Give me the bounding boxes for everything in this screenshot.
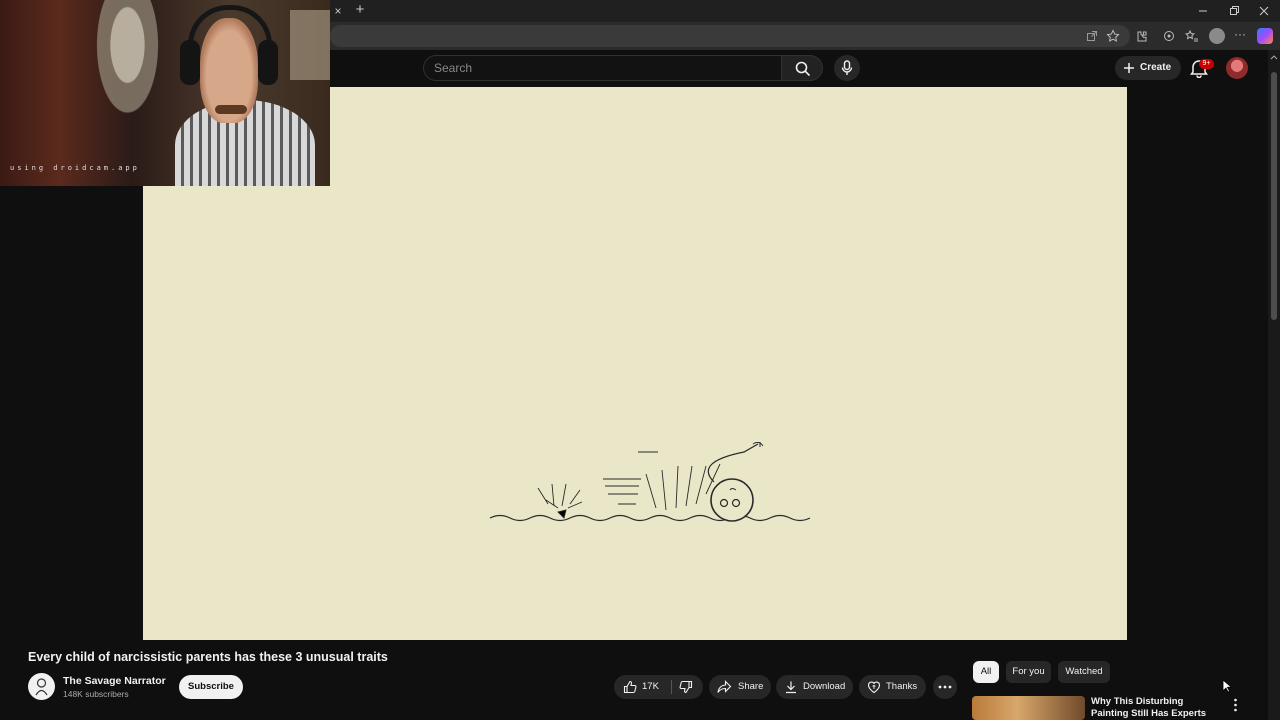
minimize-icon[interactable]	[1197, 5, 1209, 17]
video-frame-illustration	[489, 442, 811, 522]
thanks-label: Thanks	[886, 681, 918, 692]
notification-badge: 9+	[1199, 59, 1214, 69]
close-tab-icon[interactable]: ×	[330, 4, 346, 18]
page-scrollbar[interactable]	[1268, 50, 1280, 720]
wall-poster	[290, 10, 330, 80]
thumbs-up-icon	[623, 680, 637, 694]
webcam-watermark: using droidcam.app	[10, 164, 140, 172]
new-tab-button[interactable]: +	[352, 2, 368, 17]
search-icon	[795, 61, 811, 77]
favorites-icon[interactable]	[1185, 29, 1199, 43]
search-input[interactable]	[434, 56, 764, 80]
chip-for-you[interactable]: For you	[1006, 661, 1051, 683]
restore-icon[interactable]	[1228, 5, 1240, 17]
more-options-icon[interactable]: ···	[1232, 27, 1248, 41]
voice-search-button[interactable]	[834, 55, 860, 81]
create-label: Create	[1140, 62, 1172, 73]
search-box[interactable]	[423, 55, 781, 81]
chip-watched[interactable]: Watched	[1058, 661, 1110, 683]
download-button[interactable]: Download	[776, 675, 853, 699]
close-window-icon[interactable]	[1258, 5, 1270, 17]
account-avatar[interactable]	[1226, 57, 1248, 79]
recommended-video-title[interactable]: Why This Disturbing Painting Still Has E…	[1091, 696, 1221, 720]
chip-all[interactable]: All	[973, 661, 999, 683]
download-icon	[786, 681, 796, 694]
browser-extension-icon[interactable]	[1162, 29, 1176, 43]
skeleton-poster	[80, 0, 175, 150]
dislike-button[interactable]	[672, 675, 703, 699]
webcam-overlay: using droidcam.app	[0, 0, 330, 186]
channel-subscriber-count: 148K subscribers	[63, 689, 129, 699]
channel-avatar[interactable]	[28, 673, 55, 700]
more-actions-button[interactable]	[933, 675, 957, 699]
like-button[interactable]: 17K	[614, 675, 671, 699]
copilot-icon[interactable]	[1257, 28, 1273, 44]
channel-name[interactable]: The Savage Narrator	[63, 675, 166, 687]
thanks-button[interactable]: Thanks	[859, 675, 926, 699]
favorite-star-icon[interactable]	[1106, 29, 1120, 43]
scrollbar-thumb[interactable]	[1271, 72, 1277, 320]
headphones-right-cup	[258, 40, 278, 85]
plus-icon	[1124, 63, 1134, 73]
like-count: 17K	[642, 681, 659, 692]
more-horizontal-icon	[938, 685, 952, 689]
headphones-left-cup	[180, 40, 200, 85]
recommended-video-thumbnail[interactable]	[972, 696, 1085, 720]
address-bar[interactable]	[330, 25, 1130, 47]
open-in-app-icon[interactable]	[1086, 30, 1098, 42]
search-button[interactable]	[781, 55, 823, 81]
mouse-cursor-icon	[1222, 679, 1232, 693]
share-icon	[717, 680, 732, 693]
thanks-heart-icon	[867, 681, 881, 694]
scroll-up-icon[interactable]	[1270, 54, 1278, 60]
share-button[interactable]: Share	[709, 675, 771, 699]
share-label: Share	[738, 681, 764, 692]
download-label: Download	[803, 681, 846, 692]
video-title: Every child of narcissistic parents has …	[28, 650, 388, 664]
thumbs-down-icon	[679, 680, 693, 694]
create-button[interactable]: Create	[1115, 56, 1181, 80]
recommended-video-menu-icon[interactable]	[1233, 698, 1238, 712]
like-dislike-group: 17K	[614, 675, 703, 699]
subscribe-button[interactable]: Subscribe	[179, 675, 243, 699]
profile-avatar[interactable]	[1209, 28, 1225, 44]
microphone-icon	[841, 60, 853, 75]
extensions-icon[interactable]	[1134, 29, 1148, 43]
channel-logo-icon	[35, 678, 48, 696]
person-mustache	[215, 105, 247, 114]
